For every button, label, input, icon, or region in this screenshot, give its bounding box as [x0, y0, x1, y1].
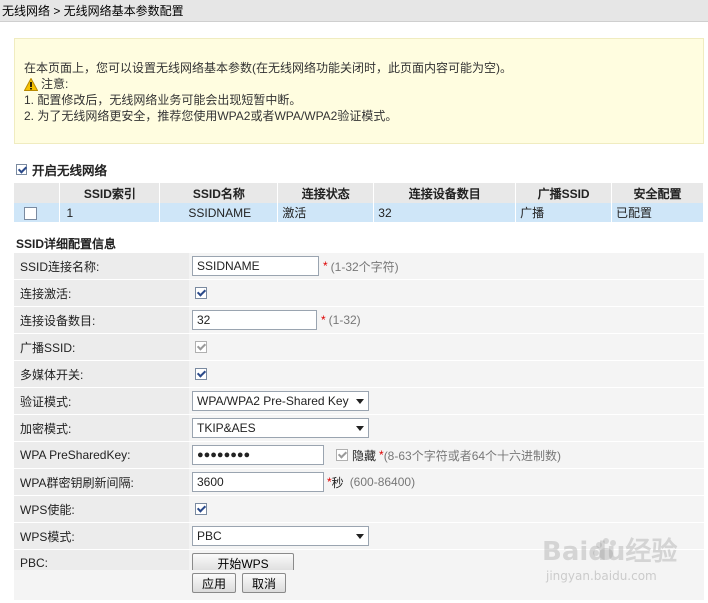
cell-security: 已配置	[611, 203, 704, 222]
psk-label: WPA PreSharedKey:	[14, 442, 189, 468]
chevron-down-icon	[356, 425, 364, 431]
table-header-row: SSID索引 SSID名称 连接状态 连接设备数目 广播SSID 安全配置	[14, 183, 704, 203]
form-row-rekey: WPA群密钥刷新间隔: 3600 * 秒 (600-86400)	[14, 469, 704, 496]
wps-mode-label: WPS模式:	[14, 523, 189, 549]
auth-mode-value: WPA/WPA2 Pre-Shared Key	[197, 394, 349, 408]
cancel-button[interactable]: 取消	[242, 573, 286, 593]
enable-label: 连接激活:	[14, 280, 189, 306]
notice-text: 在本页面上，您可以设置无线网络基本参数(在无线网络功能关闭时，此页面内容可能为空…	[24, 61, 512, 75]
chevron-down-icon	[356, 398, 364, 404]
hide-psk-checkbox	[336, 449, 348, 461]
rekey-unit: 秒	[331, 475, 344, 490]
psk-hint: (8-63个字符或者64个十六进制数)	[383, 448, 562, 463]
baidu-watermark: Baidu经验 jingyan.baidu.com	[542, 536, 677, 583]
ssid-table: SSID索引 SSID名称 连接状态 连接设备数目 广播SSID 安全配置 1 …	[14, 183, 704, 222]
enable-checkbox[interactable]	[195, 287, 207, 299]
wmm-checkbox[interactable]	[195, 368, 207, 380]
wps-mode-value: PBC	[197, 529, 222, 543]
broadcast-label: 广播SSID:	[14, 334, 189, 360]
notice-warning: 注意:	[24, 76, 703, 92]
column-header[interactable]: SSID索引	[59, 183, 161, 203]
wmm-label: 多媒体开关:	[14, 361, 189, 387]
watermark-brand: Baidu经验	[542, 536, 677, 567]
form-row-ssid-name: SSID连接名称: SSIDNAME * (1-32个字符)	[14, 253, 704, 280]
row-select-checkbox[interactable]	[24, 206, 37, 220]
notice-item: 1. 配置修改后，无线网络业务可能会出现短暂中断。	[24, 93, 302, 107]
required-mark: *	[323, 259, 328, 273]
ssid-detail-form: SSID连接名称: SSIDNAME * (1-32个字符) 连接激活: 连接设…	[14, 253, 704, 577]
row-select-cell	[14, 203, 61, 222]
max-devices-hint: (1-32)	[328, 313, 361, 327]
form-row-wmm: 多媒体开关:	[14, 361, 704, 388]
watermark-url: jingyan.baidu.com	[545, 569, 657, 583]
max-devices-label: 连接设备数目:	[14, 307, 189, 333]
column-header	[14, 183, 61, 203]
table-row[interactable]: 1 SSIDNAME 激活 32 广播 已配置	[14, 203, 704, 222]
cell-index: 1	[59, 203, 161, 222]
cell-broadcast: 广播	[515, 203, 613, 222]
rekey-interval-input[interactable]: 3600	[192, 472, 324, 492]
column-header[interactable]: 连接状态	[277, 183, 375, 203]
cell-devices: 32	[373, 203, 517, 222]
hide-psk-label: 隐藏	[352, 448, 377, 463]
enable-wifi-label: 开启无线网络	[32, 164, 108, 178]
broadcast-checkbox	[195, 341, 207, 353]
form-row-auth: 验证模式: WPA/WPA2 Pre-Shared Key	[14, 388, 704, 415]
encrypt-mode-value: TKIP&AES	[197, 421, 256, 435]
ssid-name-input[interactable]: SSIDNAME	[192, 256, 319, 276]
max-devices-input[interactable]: 32	[192, 310, 317, 330]
form-row-wps-enable: WPS使能:	[14, 496, 704, 523]
form-row-encrypt: 加密模式: TKIP&AES	[14, 415, 704, 442]
apply-button[interactable]: 应用	[192, 573, 236, 593]
column-header[interactable]: SSID名称	[159, 183, 279, 203]
wps-mode-select[interactable]: PBC	[192, 526, 369, 546]
psk-input[interactable]: ●●●●●●●●	[192, 445, 324, 465]
column-header[interactable]: 连接设备数目	[373, 183, 517, 203]
auth-mode-select[interactable]: WPA/WPA2 Pre-Shared Key	[192, 391, 369, 411]
ssid-name-label: SSID连接名称:	[14, 253, 189, 279]
column-header[interactable]: 广播SSID	[515, 183, 613, 203]
warning-label: 注意:	[41, 77, 69, 91]
notice-item: 2. 为了无线网络更安全，推荐您使用WPA2或者WPA/WPA2验证模式。	[24, 109, 398, 123]
notice-panel: 在本页面上，您可以设置无线网络基本参数(在无线网络功能关闭时，此页面内容可能为空…	[14, 38, 704, 144]
breadcrumb: 无线网络 > 无线网络基本参数配置	[0, 0, 708, 22]
wps-enable-checkbox[interactable]	[195, 503, 207, 515]
rekey-label: WPA群密钥刷新间隔:	[14, 469, 189, 495]
rekey-hint: (600-86400)	[349, 475, 416, 489]
column-header[interactable]: 安全配置	[611, 183, 704, 203]
enable-wifi-row: 开启无线网络	[16, 160, 107, 179]
ssid-name-hint: (1-32个字符)	[330, 259, 399, 274]
section-title: SSID详细配置信息	[16, 237, 117, 251]
required-mark: *	[321, 313, 326, 327]
chevron-down-icon	[356, 533, 364, 539]
form-row-broadcast: 广播SSID:	[14, 334, 704, 361]
wps-enable-label: WPS使能:	[14, 496, 189, 522]
enable-wifi-checkbox[interactable]	[16, 164, 27, 175]
cell-status: 激活	[277, 203, 375, 222]
warning-icon	[24, 77, 38, 91]
auth-label: 验证模式:	[14, 388, 189, 414]
cell-ssid-name: SSIDNAME	[159, 203, 279, 222]
form-row-psk: WPA PreSharedKey: ●●●●●●●● 隐藏 * (8-63个字符…	[14, 442, 704, 469]
encrypt-label: 加密模式:	[14, 415, 189, 441]
form-row-enable: 连接激活:	[14, 280, 704, 307]
form-row-max-devices: 连接设备数目: 32 * (1-32)	[14, 307, 704, 334]
encrypt-mode-select[interactable]: TKIP&AES	[192, 418, 369, 438]
